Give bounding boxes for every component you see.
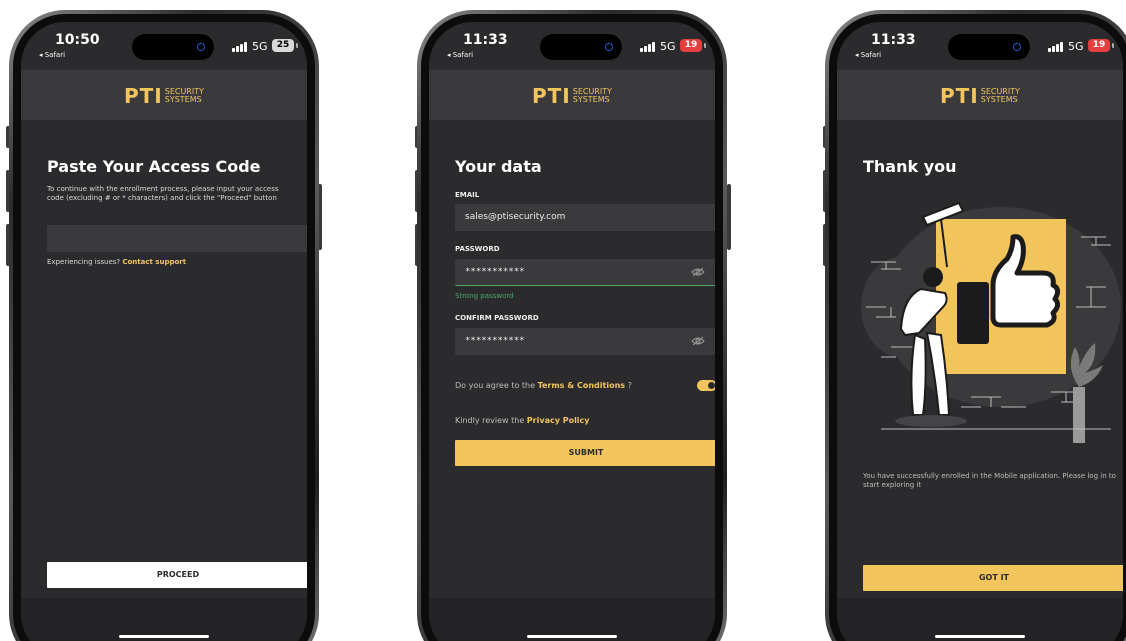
hide-confirm-password-icon[interactable] bbox=[691, 336, 705, 346]
success-message: You have successfully enrolled in the Mo… bbox=[863, 472, 1116, 489]
signal-icon bbox=[232, 42, 248, 52]
access-code-input[interactable] bbox=[47, 225, 307, 252]
hide-password-icon[interactable] bbox=[691, 267, 705, 277]
instructions-text: To continue with the enrollment process,… bbox=[47, 185, 279, 202]
page-title: Thank you bbox=[863, 157, 957, 176]
password-label: PASSWORD bbox=[455, 245, 500, 253]
status-time: 10:50 bbox=[55, 32, 100, 48]
page-title: Your data bbox=[455, 157, 542, 176]
terms-toggle[interactable] bbox=[697, 380, 715, 391]
battery-icon: 25 bbox=[272, 39, 294, 52]
pti-logo: PTI SECURITY SYSTEMS bbox=[531, 84, 612, 108]
pti-logo: PTI SECURITY SYSTEMS bbox=[939, 84, 1020, 108]
privacy-policy-link[interactable]: Privacy Policy bbox=[527, 416, 590, 425]
battery-cap-icon bbox=[296, 43, 298, 48]
battery-cap-icon bbox=[704, 43, 706, 48]
phone-thank-you: 11:33 ◂ Safari 5G 19 PTI SECURITY SYSTEMS … bbox=[825, 10, 1126, 641]
confirm-password-label: CONFIRM PASSWORD bbox=[455, 314, 539, 322]
email-field[interactable]: sales@ptisecurity.com bbox=[455, 204, 715, 231]
password-strength: Strong password bbox=[455, 292, 514, 300]
screen-thank-you: 11:33 ◂ Safari 5G 19 PTI SECURITY SYSTEMS … bbox=[837, 22, 1123, 641]
privacy-prefix: Kindly review the bbox=[455, 416, 525, 425]
privacy-line: Kindly review the Privacy Policy bbox=[455, 416, 590, 425]
back-to-safari-link[interactable]: ◂ Safari bbox=[855, 51, 881, 59]
got-it-button[interactable]: GOT IT bbox=[863, 565, 1123, 591]
home-indicator[interactable] bbox=[527, 635, 617, 638]
pti-logo: PTI SECURITY SYSTEMS bbox=[123, 84, 204, 108]
signal-icon bbox=[640, 42, 656, 52]
status-time: 11:33 bbox=[871, 32, 916, 48]
confirm-password-field[interactable]: *********** bbox=[455, 328, 715, 355]
brand-header: PTI SECURITY SYSTEMS bbox=[837, 70, 1123, 120]
status-bar: 10:50 ◂ Safari 5G 25 bbox=[21, 22, 307, 70]
network-type: 5G bbox=[660, 40, 676, 53]
screen-access-code: 10:50 ◂ Safari 5G 25 PTI SECURITY SYSTEMS … bbox=[21, 22, 307, 641]
status-time: 11:33 bbox=[463, 32, 508, 48]
phone-access-code: 10:50 ◂ Safari 5G 25 PTI SECURITY SYSTEMS … bbox=[9, 10, 319, 641]
password-value: *********** bbox=[465, 267, 525, 277]
battery-icon: 19 bbox=[680, 39, 702, 52]
back-to-safari-link[interactable]: ◂ Safari bbox=[39, 51, 65, 59]
screen-your-data: 11:33 ◂ Safari 5G 19 PTI SECURITY SYSTEMS … bbox=[429, 22, 715, 641]
terms-suffix: ? bbox=[627, 381, 632, 390]
dynamic-island bbox=[540, 34, 622, 60]
thumbs-up-illustration bbox=[861, 201, 1121, 443]
camera-icon bbox=[197, 43, 205, 51]
camera-icon bbox=[605, 43, 613, 51]
phone-your-data: 11:33 ◂ Safari 5G 19 PTI SECURITY SYSTEMS … bbox=[417, 10, 727, 641]
camera-icon bbox=[1013, 43, 1021, 51]
email-label: EMAIL bbox=[455, 191, 480, 199]
home-indicator[interactable] bbox=[935, 635, 1025, 638]
terms-prefix: Do you agree to the bbox=[455, 381, 536, 390]
back-to-safari-link[interactable]: ◂ Safari bbox=[447, 51, 473, 59]
confirm-password-value: *********** bbox=[465, 336, 525, 346]
contact-support-link[interactable]: Contact support bbox=[122, 258, 186, 266]
status-bar: 11:33 ◂ Safari 5G 19 bbox=[837, 22, 1123, 70]
battery-cap-icon bbox=[1112, 43, 1114, 48]
home-indicator[interactable] bbox=[119, 635, 209, 638]
network-type: 5G bbox=[252, 40, 268, 53]
status-bar: 11:33 ◂ Safari 5G 19 bbox=[429, 22, 715, 70]
terms-line: Do you agree to the Terms & Conditions ? bbox=[455, 381, 632, 390]
battery-icon: 19 bbox=[1088, 39, 1110, 52]
dynamic-island bbox=[948, 34, 1030, 60]
dynamic-island bbox=[132, 34, 214, 60]
issues-text: Experiencing issues? bbox=[47, 258, 121, 266]
signal-icon bbox=[1048, 42, 1064, 52]
page-title: Paste Your Access Code bbox=[47, 157, 261, 176]
password-field[interactable]: *********** bbox=[455, 259, 715, 286]
submit-button[interactable]: SUBMIT bbox=[455, 440, 715, 466]
terms-link[interactable]: Terms & Conditions bbox=[538, 381, 625, 390]
brand-header: PTI SECURITY SYSTEMS bbox=[429, 70, 715, 120]
proceed-button[interactable]: PROCEED bbox=[47, 562, 307, 588]
issues-line: Experiencing issues? Contact support bbox=[47, 258, 186, 267]
brand-header: PTI SECURITY SYSTEMS bbox=[21, 70, 307, 120]
network-type: 5G bbox=[1068, 40, 1084, 53]
